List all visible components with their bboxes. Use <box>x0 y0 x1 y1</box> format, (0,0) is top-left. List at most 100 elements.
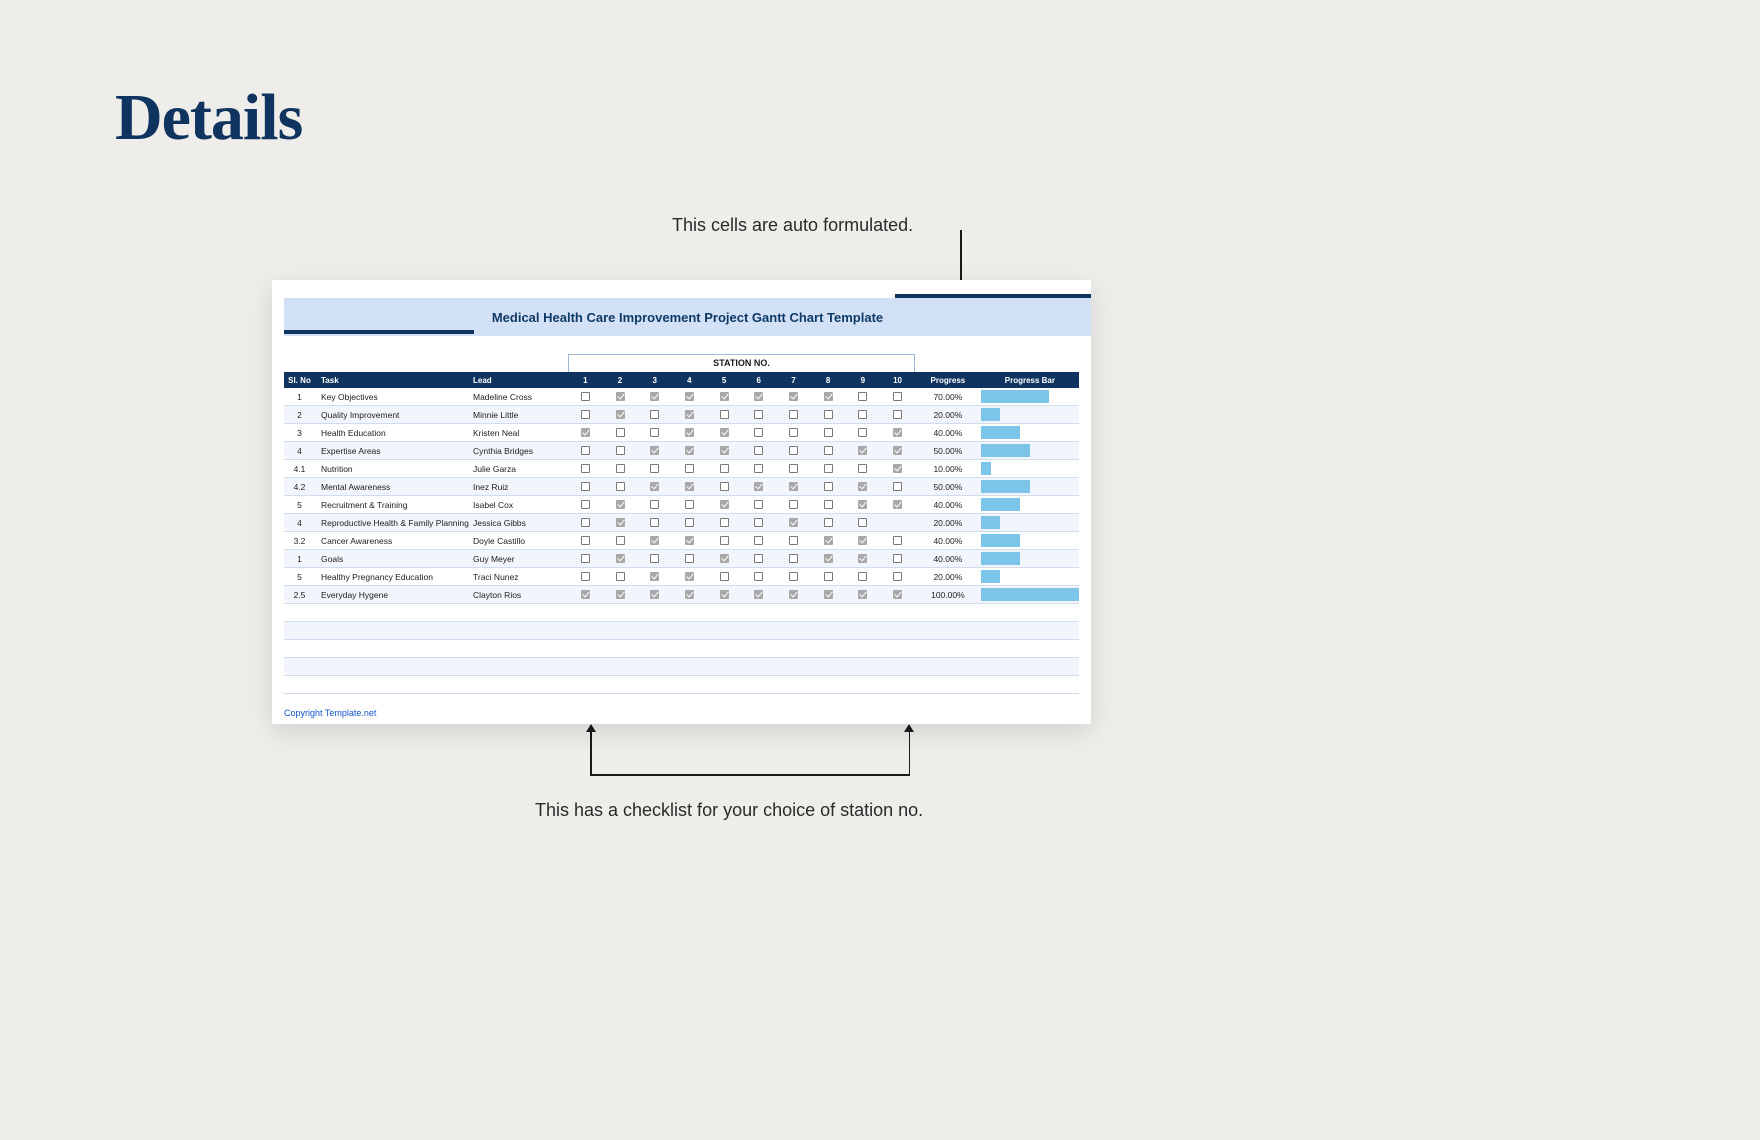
checkbox-unchecked-icon[interactable] <box>893 392 902 401</box>
cell-station[interactable] <box>741 500 776 509</box>
cell-station[interactable] <box>568 536 603 545</box>
cell-station[interactable] <box>811 392 846 401</box>
checkbox-unchecked-icon[interactable] <box>650 428 659 437</box>
checkbox-unchecked-icon[interactable] <box>789 428 798 437</box>
cell-station[interactable] <box>846 554 881 563</box>
cell-station[interactable] <box>707 482 742 491</box>
checkbox-unchecked-icon[interactable] <box>616 428 625 437</box>
checkbox-unchecked-icon[interactable] <box>720 536 729 545</box>
checkbox-checked-icon[interactable] <box>685 428 694 437</box>
checkbox-checked-icon[interactable] <box>789 518 798 527</box>
checkbox-unchecked-icon[interactable] <box>754 500 763 509</box>
cell-station[interactable] <box>637 446 672 455</box>
cell-station[interactable] <box>741 536 776 545</box>
cell-station[interactable] <box>603 392 638 401</box>
checkbox-unchecked-icon[interactable] <box>581 554 590 563</box>
checkbox-checked-icon[interactable] <box>858 536 867 545</box>
cell-station[interactable] <box>637 554 672 563</box>
cell-station[interactable] <box>741 590 776 599</box>
cell-station[interactable] <box>776 428 811 437</box>
cell-station[interactable] <box>846 446 881 455</box>
cell-station[interactable] <box>568 464 603 473</box>
checkbox-unchecked-icon[interactable] <box>893 572 902 581</box>
checkbox-unchecked-icon[interactable] <box>685 554 694 563</box>
checkbox-checked-icon[interactable] <box>754 590 763 599</box>
checkbox-checked-icon[interactable] <box>720 500 729 509</box>
cell-station[interactable] <box>707 554 742 563</box>
checkbox-unchecked-icon[interactable] <box>754 554 763 563</box>
cell-station[interactable] <box>776 482 811 491</box>
checkbox-unchecked-icon[interactable] <box>616 446 625 455</box>
cell-station[interactable] <box>741 428 776 437</box>
cell-station[interactable] <box>811 482 846 491</box>
checkbox-unchecked-icon[interactable] <box>789 554 798 563</box>
checkbox-checked-icon[interactable] <box>650 572 659 581</box>
checkbox-checked-icon[interactable] <box>720 446 729 455</box>
cell-station[interactable] <box>846 590 881 599</box>
cell-station[interactable] <box>880 428 915 437</box>
cell-station[interactable] <box>672 446 707 455</box>
checkbox-unchecked-icon[interactable] <box>581 500 590 509</box>
checkbox-checked-icon[interactable] <box>650 446 659 455</box>
cell-station[interactable] <box>637 572 672 581</box>
checkbox-checked-icon[interactable] <box>616 500 625 509</box>
checkbox-unchecked-icon[interactable] <box>720 410 729 419</box>
cell-station[interactable] <box>603 572 638 581</box>
checkbox-unchecked-icon[interactable] <box>824 446 833 455</box>
cell-station[interactable] <box>846 464 881 473</box>
cell-station[interactable] <box>880 500 915 509</box>
cell-station[interactable] <box>672 554 707 563</box>
checkbox-unchecked-icon[interactable] <box>685 518 694 527</box>
checkbox-checked-icon[interactable] <box>858 482 867 491</box>
cell-station[interactable] <box>603 482 638 491</box>
checkbox-unchecked-icon[interactable] <box>858 464 867 473</box>
checkbox-unchecked-icon[interactable] <box>650 518 659 527</box>
checkbox-checked-icon[interactable] <box>685 536 694 545</box>
checkbox-unchecked-icon[interactable] <box>754 464 763 473</box>
checkbox-unchecked-icon[interactable] <box>685 500 694 509</box>
cell-station[interactable] <box>811 536 846 545</box>
cell-station[interactable] <box>637 482 672 491</box>
checkbox-unchecked-icon[interactable] <box>650 554 659 563</box>
cell-station[interactable] <box>568 410 603 419</box>
cell-station[interactable] <box>811 446 846 455</box>
checkbox-checked-icon[interactable] <box>616 590 625 599</box>
cell-station[interactable] <box>741 464 776 473</box>
cell-station[interactable] <box>637 536 672 545</box>
checkbox-unchecked-icon[interactable] <box>581 482 590 491</box>
cell-station[interactable] <box>637 464 672 473</box>
checkbox-unchecked-icon[interactable] <box>789 536 798 545</box>
checkbox-checked-icon[interactable] <box>685 392 694 401</box>
checkbox-unchecked-icon[interactable] <box>581 536 590 545</box>
checkbox-unchecked-icon[interactable] <box>616 464 625 473</box>
checkbox-checked-icon[interactable] <box>754 482 763 491</box>
cell-station[interactable] <box>846 410 881 419</box>
checkbox-checked-icon[interactable] <box>858 590 867 599</box>
checkbox-unchecked-icon[interactable] <box>581 572 590 581</box>
checkbox-checked-icon[interactable] <box>616 410 625 419</box>
checkbox-unchecked-icon[interactable] <box>824 482 833 491</box>
checkbox-unchecked-icon[interactable] <box>789 410 798 419</box>
cell-station[interactable] <box>776 410 811 419</box>
checkbox-unchecked-icon[interactable] <box>893 482 902 491</box>
cell-station[interactable] <box>603 536 638 545</box>
cell-station[interactable] <box>880 590 915 599</box>
cell-station[interactable] <box>776 464 811 473</box>
checkbox-unchecked-icon[interactable] <box>754 536 763 545</box>
cell-station[interactable] <box>603 428 638 437</box>
checkbox-unchecked-icon[interactable] <box>858 572 867 581</box>
cell-station[interactable] <box>741 572 776 581</box>
cell-station[interactable] <box>707 410 742 419</box>
checkbox-checked-icon[interactable] <box>789 590 798 599</box>
cell-station[interactable] <box>568 428 603 437</box>
cell-station[interactable] <box>811 572 846 581</box>
cell-station[interactable] <box>568 482 603 491</box>
checkbox-unchecked-icon[interactable] <box>754 410 763 419</box>
checkbox-unchecked-icon[interactable] <box>616 572 625 581</box>
cell-station[interactable] <box>776 572 811 581</box>
checkbox-checked-icon[interactable] <box>720 554 729 563</box>
checkbox-unchecked-icon[interactable] <box>789 500 798 509</box>
checkbox-unchecked-icon[interactable] <box>581 518 590 527</box>
checkbox-unchecked-icon[interactable] <box>824 572 833 581</box>
cell-station[interactable] <box>776 536 811 545</box>
